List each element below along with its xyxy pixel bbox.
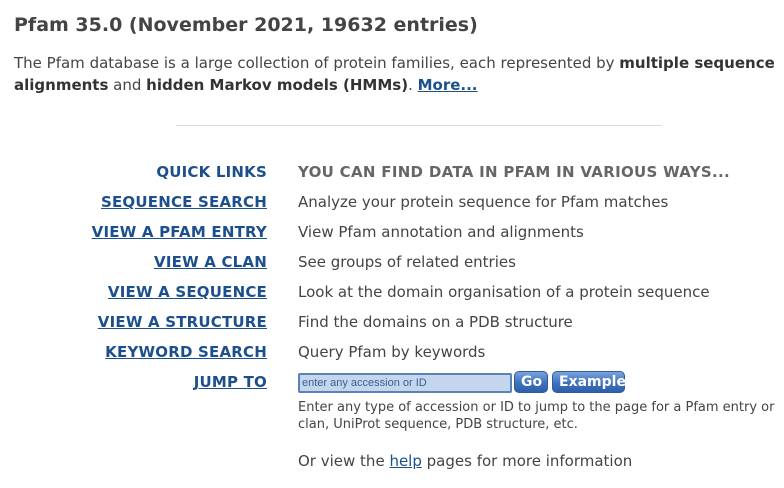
jump-to-help-text: Enter any type of accession or ID to jum… [298,400,775,432]
sequence-search-link[interactable]: SEQUENCE SEARCH [101,191,267,213]
quick-links-heading-row: QUICK LINKS YOU CAN FIND DATA IN PFAM IN… [0,161,784,191]
help-line-suffix: pages for more information [421,452,633,470]
help-link[interactable]: help [389,452,421,470]
help-line-prefix: Or view the [298,452,390,470]
view-clan-desc: See groups of related entries [298,253,516,271]
quick-link-row-view-sequence: VIEW A SEQUENCE Look at the domain organ… [0,281,784,311]
view-pfam-entry-link[interactable]: VIEW A PFAM ENTRY [92,221,267,243]
quick-link-row-sequence-search: SEQUENCE SEARCH Analyze your protein seq… [0,191,784,221]
quick-link-row-keyword-search: KEYWORD SEARCH Query Pfam by keywords [0,341,784,371]
intro-paragraph: The Pfam database is a large collection … [14,52,784,96]
view-sequence-link[interactable]: VIEW A SEQUENCE [108,281,267,303]
jump-to-input[interactable] [298,373,512,393]
intro-text-1: The Pfam database is a large collection … [14,54,620,72]
page-title: Pfam 35.0 (November 2021, 19632 entries) [14,14,478,36]
intro-text-3: . [408,76,418,94]
quick-links-intro: YOU CAN FIND DATA IN PFAM IN VARIOUS WAY… [298,163,731,181]
view-pfam-entry-desc: View Pfam annotation and alignments [298,223,584,241]
section-divider [176,125,662,126]
view-sequence-desc: Look at the domain organisation of a pro… [298,283,710,301]
view-structure-desc: Find the domains on a PDB structure [298,313,573,331]
view-structure-link[interactable]: VIEW A STRUCTURE [98,311,267,333]
quick-link-row-view-structure: VIEW A STRUCTURE Find the domains on a P… [0,311,784,341]
more-link[interactable]: More... [418,76,478,94]
intro-text-2: and [108,76,147,94]
keyword-search-link[interactable]: KEYWORD SEARCH [105,341,267,363]
quick-link-row-view-pfam-entry: VIEW A PFAM ENTRY View Pfam annotation a… [0,221,784,251]
sequence-search-desc: Analyze your protein sequence for Pfam m… [298,193,669,211]
example-button[interactable]: Example [552,371,626,393]
jump-to-link[interactable]: JUMP TO [194,371,267,393]
intro-bold-hmm: hidden Markov models (HMMs) [146,76,409,94]
go-button[interactable]: Go [514,371,548,393]
quick-link-row-view-clan: VIEW A CLAN See groups of related entrie… [0,251,784,281]
help-line: Or view the help pages for more informat… [298,450,632,472]
keyword-search-desc: Query Pfam by keywords [298,343,486,361]
view-clan-link[interactable]: VIEW A CLAN [154,251,267,273]
quick-links-heading: QUICK LINKS [156,163,267,181]
